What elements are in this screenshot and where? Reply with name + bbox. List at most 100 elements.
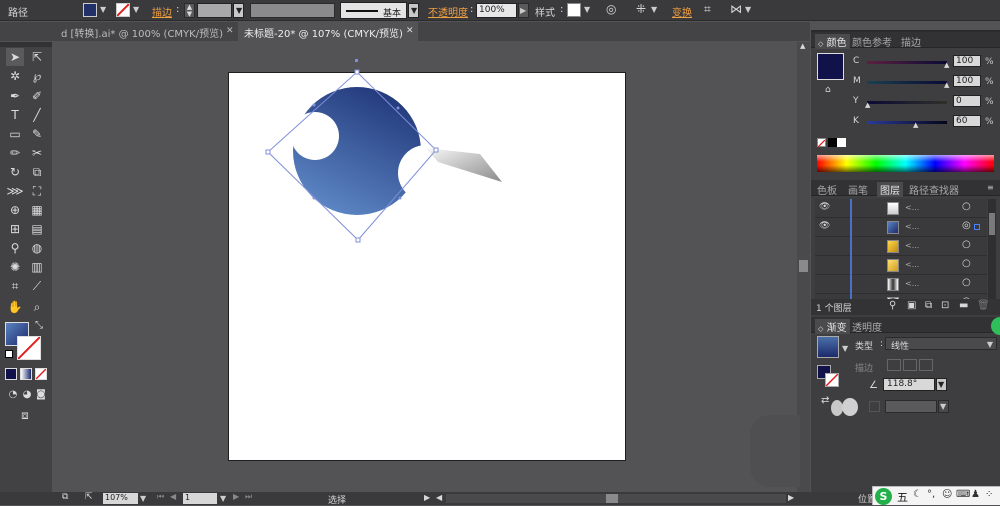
layer-row[interactable]: <... ○ — [815, 275, 987, 294]
curvature-tool-icon[interactable]: ✐ — [28, 87, 46, 105]
stroke-proxy[interactable] — [17, 336, 41, 360]
tab-transparency[interactable]: 透明度 — [852, 319, 882, 334]
screen-mode-icon[interactable]: ⧈ — [16, 406, 34, 424]
channel-c-handle-icon[interactable]: ▲ — [944, 61, 949, 69]
stroke-gradient-along-icon[interactable] — [903, 359, 917, 371]
paintbrush-tool-icon[interactable]: ✎ — [28, 125, 46, 143]
handle-top[interactable] — [354, 69, 360, 75]
layers-scroll-thumb[interactable] — [989, 213, 995, 235]
close-tab-2-icon[interactable]: ✕ — [406, 26, 414, 36]
stroke-weight-dropdown[interactable]: ▼ — [233, 3, 244, 18]
horizontal-scroll-thumb[interactable] — [606, 494, 618, 503]
tab-gradient[interactable]: ◇ 渐变 — [815, 319, 850, 334]
gradient-angle-dropdown[interactable]: ▼ — [936, 378, 947, 391]
artboard-nav-icon[interactable]: ⧉ — [62, 492, 68, 502]
opacity-label[interactable]: 不透明度 — [428, 4, 468, 19]
recolor-artwork-icon[interactable]: ◎ — [606, 2, 616, 16]
zoom-dropdown-icon[interactable]: ▼ — [140, 494, 146, 503]
hand-tool-icon[interactable]: ✋ — [6, 298, 24, 316]
visibility-eye-icon[interactable]: 👁 — [819, 221, 830, 231]
none-mode-icon[interactable] — [35, 368, 47, 380]
selection-tool-icon[interactable]: ➤ — [6, 48, 24, 66]
black-swatch[interactable] — [828, 138, 837, 147]
mesh-tool-icon[interactable]: ⊞ — [6, 220, 24, 238]
layer-name[interactable]: <... — [905, 241, 919, 250]
magic-wand-tool-icon[interactable]: ✲ — [6, 67, 24, 85]
channel-c-input[interactable]: 100 — [953, 55, 981, 67]
color-fill-swatch[interactable] — [817, 53, 844, 80]
isolate-icon[interactable]: ⌗ — [704, 2, 711, 17]
next-artboard-icon[interactable]: ▶ — [233, 492, 239, 501]
graphic-style-swatch[interactable] — [567, 3, 581, 17]
layers-panel-menu-icon[interactable]: ≡ — [987, 183, 994, 192]
anchor-point[interactable] — [312, 196, 316, 200]
eyedropper-tool-icon[interactable]: ⚲ — [6, 239, 24, 257]
grey-gradient-shape[interactable] — [426, 148, 502, 182]
layer-row[interactable]: 👁 <... ◎ — [815, 218, 987, 237]
white-swatch[interactable] — [837, 138, 846, 147]
symbol-sprayer-tool-icon[interactable]: ✺ — [6, 258, 24, 276]
brush-definition-select[interactable]: 基本 — [340, 2, 407, 19]
gradient-mode-icon[interactable] — [20, 368, 32, 380]
tab-document-1[interactable]: d [转换].ai* @ 100% (CMYK/预览) — [55, 22, 233, 41]
align-dropdown-icon[interactable]: ▼ — [651, 5, 657, 14]
handle-bottom[interactable] — [355, 237, 361, 243]
opacity-input[interactable]: 100% — [476, 3, 517, 18]
anchor-point[interactable] — [398, 196, 402, 200]
handle-right[interactable] — [433, 147, 439, 153]
gradient-stroke-proxy[interactable] — [825, 373, 839, 387]
artboard-dropdown-icon[interactable]: ▼ — [220, 494, 226, 503]
gradient-aspect-dropdown[interactable]: ▼ — [938, 400, 949, 413]
channel-c-slider[interactable] — [867, 61, 947, 64]
target-circle-icon[interactable]: ○ — [962, 201, 971, 212]
prev-artboard-icon[interactable]: ◀ — [170, 492, 176, 501]
shape-builder-tool-icon[interactable]: ⊕ — [6, 201, 24, 219]
target-double-circle-icon[interactable]: ◎ — [962, 220, 971, 231]
vertical-scroll-thumb[interactable] — [799, 260, 808, 272]
channel-m-handle-icon[interactable]: ▲ — [944, 81, 949, 89]
stroke-gradient-within-icon[interactable] — [887, 359, 901, 371]
gradient-type-select[interactable]: 线性 ▼ — [885, 337, 997, 352]
zoom-input[interactable]: 107% — [103, 493, 138, 504]
tab-brushes[interactable]: 画笔 — [848, 182, 868, 197]
last-artboard-icon[interactable]: ⏭ — [245, 492, 252, 502]
channel-k-slider[interactable] — [867, 121, 947, 124]
tab-pathfinder[interactable]: 路径查找器 — [909, 182, 959, 197]
sogou-logo-icon[interactable]: S — [875, 488, 892, 505]
tab-layers[interactable]: 图层 — [877, 182, 903, 197]
layers-scrollbar[interactable] — [988, 199, 996, 315]
artboard-number-input[interactable]: 1 — [183, 493, 217, 504]
line-tool-icon[interactable]: ╱ — [28, 106, 46, 124]
blend-tool-icon[interactable]: ◍ — [28, 239, 46, 257]
ime-tools-icon[interactable]: ⁘ — [985, 489, 993, 500]
layer-name[interactable]: <... — [905, 260, 919, 269]
out-of-gamut-icon[interactable]: ⌂ — [825, 85, 831, 95]
export-icon[interactable]: ⇱ — [85, 492, 93, 502]
visibility-eye-icon[interactable]: 👁 — [819, 202, 830, 212]
gradient-aspect-input[interactable] — [885, 400, 937, 413]
none-swatch[interactable] — [817, 138, 826, 148]
type-tool-icon[interactable]: T — [6, 106, 24, 124]
canvas-horizontal-scrollbar[interactable] — [446, 494, 786, 503]
arrange-dropdown-icon[interactable]: ▼ — [745, 5, 751, 14]
gradient-preset-dropdown-icon[interactable]: ▼ — [842, 344, 848, 353]
tools-panel-grip[interactable] — [0, 42, 52, 47]
draw-inside-icon[interactable]: ◙ — [32, 386, 50, 404]
anchor-point[interactable] — [312, 103, 316, 107]
layer-row[interactable]: 👁 <... ○ — [815, 199, 987, 218]
stroke-weight-stepper[interactable]: ▲ ▼ — [184, 3, 195, 18]
channel-y-handle-icon[interactable]: ▲ — [865, 101, 870, 109]
ime-skin-icon[interactable]: ♟ — [971, 489, 980, 500]
reverse-gradient-icon[interactable]: ⇄ — [821, 395, 829, 406]
gradient-tool-icon[interactable]: ▤ — [28, 220, 46, 238]
aspect-ratio-large-icon[interactable] — [842, 398, 858, 416]
slice-tool-icon[interactable]: ⟋ — [28, 277, 46, 295]
target-circle-icon[interactable]: ○ — [962, 239, 971, 250]
rotate-tool-icon[interactable]: ↻ — [6, 163, 24, 181]
make-clipping-mask-icon[interactable]: ▣ — [907, 300, 916, 311]
stroke-label[interactable]: 描边 — [152, 4, 172, 19]
scale-tool-icon[interactable]: ⧉ — [28, 163, 46, 181]
locate-object-icon[interactable]: ⚲ — [889, 300, 896, 311]
fill-swatch[interactable] — [83, 3, 97, 17]
width-tool-icon[interactable]: ⋙ — [6, 182, 24, 200]
